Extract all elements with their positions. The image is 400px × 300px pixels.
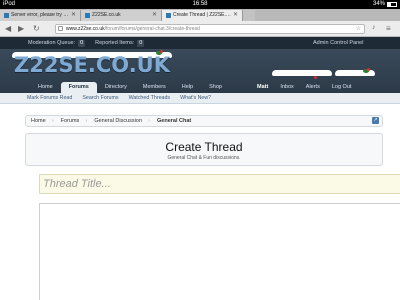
bookmark-star-icon[interactable]: ☆ [356, 25, 361, 33]
url-host: www.z22se.co.uk [66, 26, 105, 32]
site-favicon-icon [4, 13, 9, 18]
breadcrumb-forums[interactable]: Forums [56, 116, 90, 126]
tab-title: Z22SE.co.uk [92, 12, 121, 18]
moderation-queue-count: 0 [78, 40, 86, 47]
moderation-queue-label: Moderation Queue: [28, 40, 76, 46]
nav-tab-help[interactable]: Help [174, 82, 201, 93]
reported-items-label: Reported Items: [95, 40, 135, 46]
site-logo[interactable]: Z22SE.CO.UK [14, 53, 170, 77]
close-icon[interactable]: ✕ [71, 10, 76, 21]
close-icon[interactable]: ✕ [233, 10, 238, 21]
admin-control-panel-link[interactable]: Admin Control Panel [313, 37, 363, 49]
new-tab-button[interactable] [243, 10, 255, 21]
forum-subnav: Mark Forums Read Search Forums Watched T… [0, 93, 400, 104]
nav-tab-shop[interactable]: Shop [201, 82, 230, 93]
breadcrumb-general-discussion[interactable]: General Discussion [89, 116, 152, 126]
reported-items-count: 0 [137, 40, 145, 47]
jump-to-icon[interactable]: ↗ [372, 117, 379, 124]
ios-status-bar: iPod 16:58 34% [0, 0, 400, 9]
whats-new-link[interactable]: What's New? [175, 93, 216, 103]
breadcrumb: Home Forums General Discussion General C… [25, 115, 383, 127]
browser-toolbar: ◀ ▶ ↻ www.z22se.co.uk/forum/forums/gener… [0, 21, 400, 37]
reload-icon[interactable]: ↻ [33, 24, 40, 34]
forward-arrow-icon[interactable]: ▶ [18, 24, 24, 34]
back-arrow-icon[interactable]: ◀ [5, 24, 11, 34]
clock-label: 16:58 [192, 1, 208, 7]
page-title-block: Create Thread General Chat & Fun discuss… [25, 133, 383, 166]
mark-forums-read-link[interactable]: Mark Forums Read [22, 93, 77, 103]
main-nav: Home Forums Directory Members Help Shop [30, 82, 230, 93]
nav-tab-home[interactable]: Home [30, 82, 61, 93]
breadcrumb-general-chat[interactable]: General Chat [152, 116, 201, 126]
nav-tab-directory[interactable]: Directory [97, 82, 135, 93]
watched-threads-link[interactable]: Watched Threads [124, 93, 176, 103]
breadcrumb-home[interactable]: Home [26, 116, 56, 126]
account-menu-link[interactable]: Matt [251, 82, 274, 93]
holly-berry-icon [367, 68, 370, 71]
reported-items-link[interactable]: Reported Items: 0 [95, 37, 145, 49]
message-editor[interactable] [39, 203, 400, 300]
close-icon[interactable]: ✕ [152, 10, 157, 21]
browser-tab-1[interactable]: Server error, please try again ✕ [0, 10, 81, 21]
tab-title: Server error, please try again [11, 12, 69, 18]
thread-title-input[interactable] [39, 174, 400, 194]
account-nav: Matt Inbox Alerts Log Out [251, 82, 357, 93]
nav-tab-forums[interactable]: Forums [60, 82, 97, 93]
search-forums-link[interactable]: Search Forums [77, 93, 123, 103]
browser-tab-3-active[interactable]: Create Thread | Z22SE.co.uk ✕ [162, 10, 243, 21]
site-favicon-icon [85, 13, 90, 18]
tab-title: Create Thread | Z22SE.co.uk [173, 12, 231, 18]
menu-icon[interactable]: ≡ [386, 24, 391, 34]
page-subtitle: General Chat & Fun discussions. [167, 155, 241, 161]
page-info-icon [58, 26, 63, 31]
inbox-link[interactable]: Inbox [274, 82, 299, 93]
microphone-icon[interactable]: ♪ [372, 24, 376, 31]
battery-percent: 34% [372, 1, 385, 7]
nav-tab-members[interactable]: Members [135, 82, 174, 93]
moderator-bar: Moderation Queue: 0 Reported Items: 0 Admi… [0, 37, 400, 49]
browser-tab-strip: Server error, please try again ✕ Z22SE.c… [0, 9, 400, 21]
page-title: Create Thread [165, 140, 243, 154]
browser-tab-2[interactable]: Z22SE.co.uk ✕ [81, 10, 162, 21]
battery-indicator: 34% [373, 0, 397, 9]
address-bar[interactable]: www.z22se.co.uk/forum/forums/general-cha… [55, 24, 365, 34]
ornament-icon [314, 76, 317, 79]
site-favicon-icon [166, 13, 171, 18]
alerts-link[interactable]: Alerts [300, 82, 326, 93]
battery-icon [387, 2, 397, 7]
site-header: Z22SE.CO.UK Home Forums Directory Member… [0, 49, 400, 93]
log-out-link[interactable]: Log Out [326, 82, 358, 93]
url-path: /forum/forums/general-chat.3/create-thre… [104, 26, 200, 32]
snow-decoration [272, 70, 332, 76]
moderation-queue-link[interactable]: Moderation Queue: 0 [28, 37, 86, 49]
